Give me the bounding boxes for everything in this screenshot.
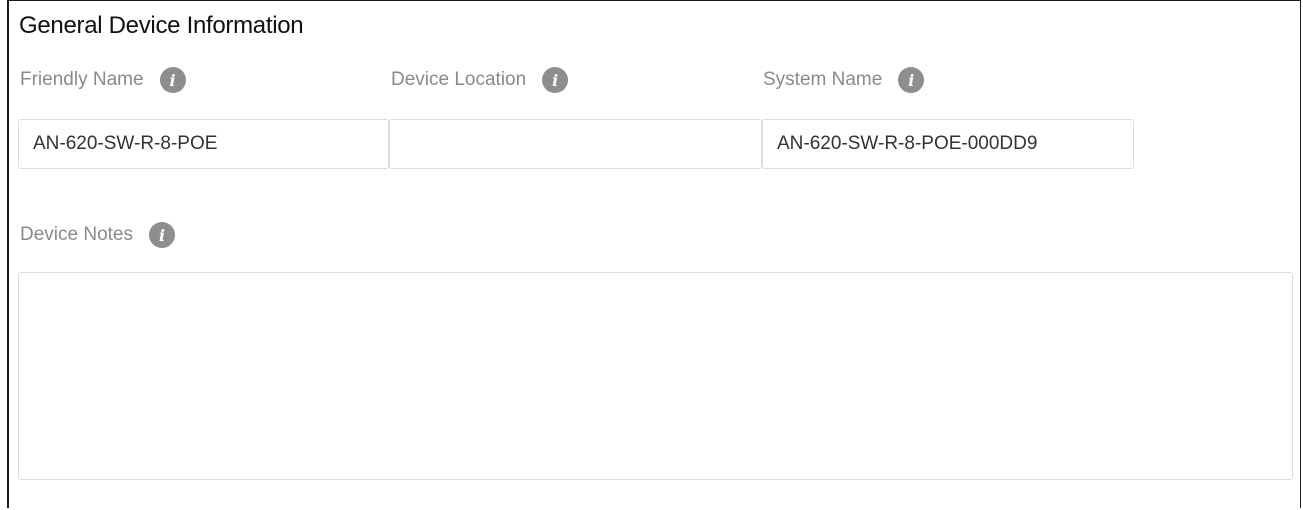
device-notes-textarea[interactable] xyxy=(18,272,1293,480)
device-notes-info-icon[interactable]: i xyxy=(149,222,175,248)
system-name-label-group: System Name i xyxy=(763,67,925,93)
device-location-info-icon[interactable]: i xyxy=(542,67,569,93)
friendly-name-label-group: Friendly Name i xyxy=(20,67,186,93)
system-name-label: System Name xyxy=(763,69,883,90)
friendly-name-label: Friendly Name xyxy=(20,69,144,90)
device-notes-label: Device Notes xyxy=(20,224,133,245)
friendly-name-input[interactable] xyxy=(18,119,389,169)
device-location-label-group: Device Location i xyxy=(391,67,569,93)
system-name-input[interactable] xyxy=(762,119,1134,169)
device-location-label: Device Location xyxy=(391,69,527,90)
device-location-input[interactable] xyxy=(389,119,762,169)
section-title: General Device Information xyxy=(19,12,304,39)
system-name-info-icon[interactable]: i xyxy=(898,67,925,93)
device-notes-label-group: Device Notes i xyxy=(20,222,175,248)
friendly-name-info-icon[interactable]: i xyxy=(159,67,186,93)
